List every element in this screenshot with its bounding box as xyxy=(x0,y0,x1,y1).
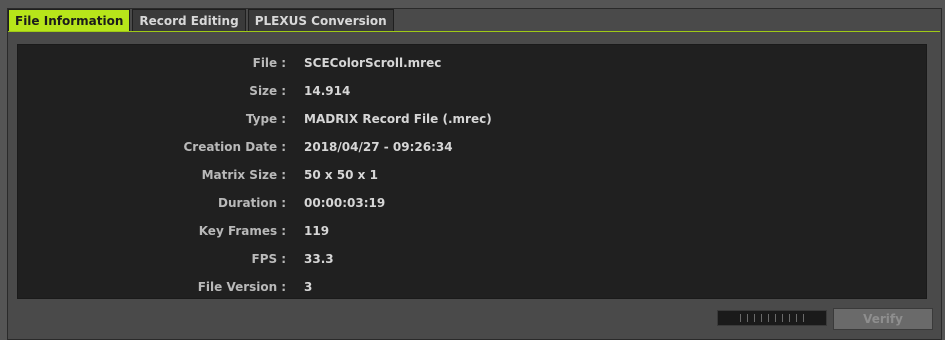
info-value-type: MADRIX Record File (.mrec) xyxy=(304,112,492,126)
info-row-type: Type: MADRIX Record File (.mrec) xyxy=(245,112,492,126)
info-label-file: File xyxy=(252,56,278,70)
info-label-matrix-size: Matrix Size xyxy=(201,168,278,182)
info-row-size: Size: 14.914 xyxy=(249,84,351,98)
file-info-panel: File: SCEColorScroll.mrec Size: 14.914 T… xyxy=(17,44,927,299)
verify-button[interactable]: Verify xyxy=(833,308,933,330)
info-label-duration: Duration xyxy=(218,196,278,210)
info-label-creation-date: Creation Date xyxy=(183,140,278,154)
info-label-type: Type xyxy=(245,112,278,126)
info-row-fps: FPS: 33.3 xyxy=(251,252,334,266)
tab-underline xyxy=(8,31,940,32)
info-label-fps: FPS xyxy=(251,252,278,266)
verify-progress-bar xyxy=(717,310,827,326)
info-row-key-frames: Key Frames: 119 xyxy=(198,224,330,238)
info-label-key-frames: Key Frames xyxy=(198,224,278,238)
info-label-size: Size xyxy=(249,84,278,98)
tab-record-editing[interactable]: Record Editing xyxy=(132,9,246,31)
info-value-file: SCEColorScroll.mrec xyxy=(304,56,442,70)
info-row-file-version: File Version: 3 xyxy=(197,280,313,294)
info-row-duration: Duration: 00:00:03:19 xyxy=(218,196,386,210)
info-label-file-version: File Version xyxy=(197,280,278,294)
tab-plexus-conversion[interactable]: PLEXUS Conversion xyxy=(247,9,394,31)
info-value-size: 14.914 xyxy=(304,84,351,98)
info-value-creation-date: 2018/04/27 - 09:26:34 xyxy=(304,140,453,154)
info-row-file: File: SCEColorScroll.mrec xyxy=(252,56,442,70)
tab-bar: File Information Record Editing PLEXUS C… xyxy=(8,9,396,31)
info-value-file-version: 3 xyxy=(304,280,313,294)
info-value-duration: 00:00:03:19 xyxy=(304,196,386,210)
info-value-matrix-size: 50 x 50 x 1 xyxy=(304,168,378,182)
info-value-key-frames: 119 xyxy=(304,224,330,238)
info-row-creation-date: Creation Date: 2018/04/27 - 09:26:34 xyxy=(183,140,453,154)
info-value-fps: 33.3 xyxy=(304,252,334,266)
info-row-matrix-size: Matrix Size: 50 x 50 x 1 xyxy=(201,168,378,182)
tab-file-information[interactable]: File Information xyxy=(8,9,131,31)
